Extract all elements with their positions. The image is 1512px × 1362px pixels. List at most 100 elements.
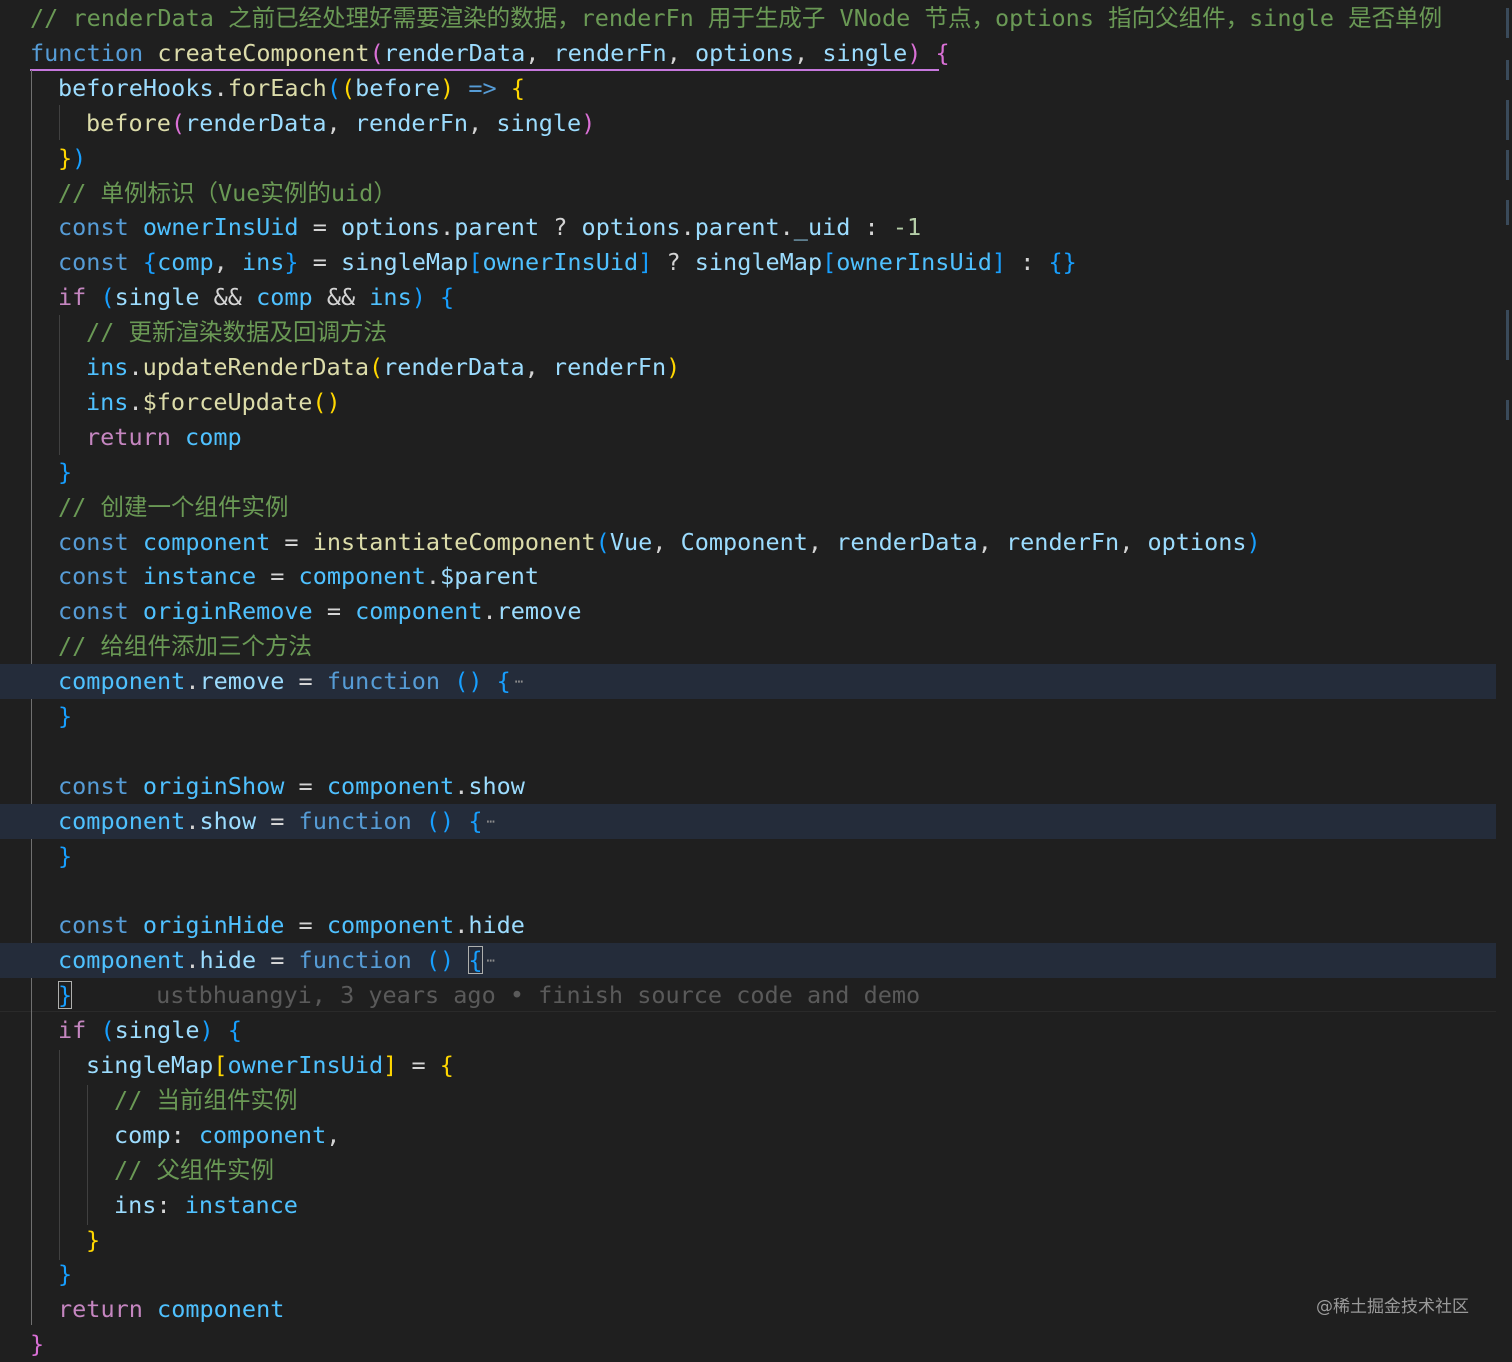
code-line-folded[interactable]: component.remove = function () {⋯	[0, 664, 1496, 700]
code-line[interactable]: before(renderData, renderFn, single)	[0, 106, 1496, 141]
code-token: renderFn	[553, 38, 667, 67]
code-token: )	[199, 1016, 214, 1045]
code-line[interactable]: // 当前组件实例	[0, 1083, 1496, 1118]
code-line[interactable]: })	[0, 141, 1496, 176]
code-token: ownerInsUid	[482, 248, 639, 277]
code-line[interactable]: ins.$forceUpdate()	[0, 385, 1496, 420]
code-token: options	[1147, 527, 1247, 556]
code-token: .	[425, 562, 441, 591]
code-line[interactable]	[0, 874, 1496, 909]
code-token: // 当前组件实例	[114, 1085, 298, 1114]
code-token: forEach	[227, 73, 327, 102]
code-token: options	[581, 213, 681, 242]
code-line[interactable]: }	[0, 1327, 1496, 1362]
code-token: }	[58, 1260, 73, 1289]
code-token: :	[170, 1120, 199, 1149]
code-line[interactable]	[0, 734, 1496, 769]
code-token: {	[468, 806, 483, 835]
code-line[interactable]: return component	[0, 1292, 1496, 1327]
minimap[interactable]	[1498, 0, 1512, 1349]
code-token: Vue	[609, 527, 653, 556]
code-token: ownerInsUid	[142, 213, 299, 242]
code-line[interactable]: } ustbhuangyi, 3 years ago • finish sourc…	[0, 978, 1496, 1013]
code-line[interactable]: }	[0, 1223, 1496, 1258]
code-token: ?	[652, 248, 695, 277]
code-line[interactable]: singleMap[ownerInsUid] = {	[0, 1048, 1496, 1083]
code-token: .	[128, 387, 143, 416]
code-line[interactable]: return comp	[0, 420, 1496, 455]
code-token: ()	[425, 946, 455, 975]
code-line[interactable]: // 父组件实例	[0, 1153, 1496, 1188]
code-line[interactable]: // 单例标识（Vue实例的uid）	[0, 176, 1496, 211]
code-line[interactable]: if (single && comp && ins) {	[0, 280, 1496, 315]
code-line[interactable]: ins.updateRenderData(renderData, renderF…	[0, 350, 1496, 385]
code-editor[interactable]: // renderData 之前已经处理好需要渲染的数据，renderFn 用于…	[0, 0, 1512, 1358]
code-line[interactable]: // renderData 之前已经处理好需要渲染的数据，renderFn 用于…	[0, 1, 1496, 36]
code-token: ins	[86, 353, 129, 381]
minimap-mark	[1506, 150, 1509, 180]
code-line[interactable]: // 更新渲染数据及回调方法	[0, 315, 1496, 350]
code-line[interactable]: if (single) {	[0, 1013, 1496, 1048]
code-token: =	[284, 911, 327, 940]
code-token: parent	[694, 213, 780, 242]
code-token: =	[256, 562, 299, 591]
minimap-mark	[1506, 200, 1509, 225]
code-token: (	[595, 527, 610, 556]
git-blame-annotation: ustbhuangyi, 3 years ago • finish source…	[156, 981, 921, 1010]
code-token: }	[30, 1330, 45, 1359]
code-token: component	[355, 597, 483, 626]
code-line[interactable]: const originHide = component.hide	[0, 908, 1496, 943]
code-line[interactable]: comp: component,	[0, 1118, 1496, 1153]
code-token: .	[213, 73, 228, 102]
code-token: =>	[468, 73, 497, 102]
code-line[interactable]: const {comp, ins} = singleMap[ownerInsUi…	[0, 245, 1496, 280]
code-line[interactable]: // 给组件添加三个方法	[0, 629, 1496, 664]
code-line[interactable]: const originRemove = component.remove	[0, 594, 1496, 629]
code-line[interactable]: function createComponent(renderData, ren…	[0, 36, 1496, 71]
code-line[interactable]: ins: instance	[0, 1188, 1496, 1223]
code-token: show	[199, 806, 257, 835]
code-line[interactable]: // 创建一个组件实例	[0, 490, 1496, 525]
code-token: [	[822, 248, 837, 277]
code-line[interactable]: const originShow = component.show	[0, 769, 1496, 804]
code-token: ,	[1119, 527, 1148, 556]
code-line[interactable]: }	[0, 699, 1496, 734]
code-line[interactable]: }	[0, 839, 1496, 874]
code-token: .	[779, 213, 794, 242]
code-token: renderData	[383, 353, 525, 381]
code-token: const	[58, 248, 129, 277]
code-token: renderFn	[552, 353, 667, 381]
code-token: ()	[312, 387, 341, 416]
code-token: }	[284, 248, 299, 277]
code-line[interactable]: const component = instantiateComponent(V…	[0, 525, 1496, 560]
code-line[interactable]: beforeHooks.forEach((before) => {	[0, 71, 1496, 106]
code-line-folded[interactable]: component.hide = function () {⋯	[0, 943, 1496, 979]
code-token: =	[298, 248, 342, 277]
code-token: single	[114, 1016, 200, 1045]
code-token: )	[907, 38, 922, 67]
code-line[interactable]: const ownerInsUid = options.parent ? opt…	[0, 210, 1496, 245]
code-token: &&	[199, 283, 257, 312]
code-line[interactable]: }	[0, 455, 1496, 490]
code-token: renderFn	[354, 108, 469, 137]
code-token: ,	[468, 108, 497, 137]
code-token: component	[326, 911, 455, 940]
fold-ellipsis-icon[interactable]: ⋯	[515, 674, 523, 690]
code-line-folded[interactable]: component.show = function () {⋯	[0, 803, 1496, 839]
code-token: component	[326, 771, 455, 800]
code-token: -1	[892, 213, 922, 242]
code-token: function	[326, 667, 441, 696]
code-line[interactable]: const instance = component.$parent	[0, 559, 1496, 594]
code-line[interactable]: }	[0, 1257, 1496, 1292]
code-token: )	[1246, 527, 1261, 556]
code-token: comp	[114, 1120, 171, 1149]
code-token: }	[86, 1225, 101, 1254]
code-token: {	[510, 73, 525, 102]
fold-ellipsis-icon[interactable]: ⋯	[487, 953, 495, 969]
fold-ellipsis-icon[interactable]: ⋯	[487, 814, 495, 830]
